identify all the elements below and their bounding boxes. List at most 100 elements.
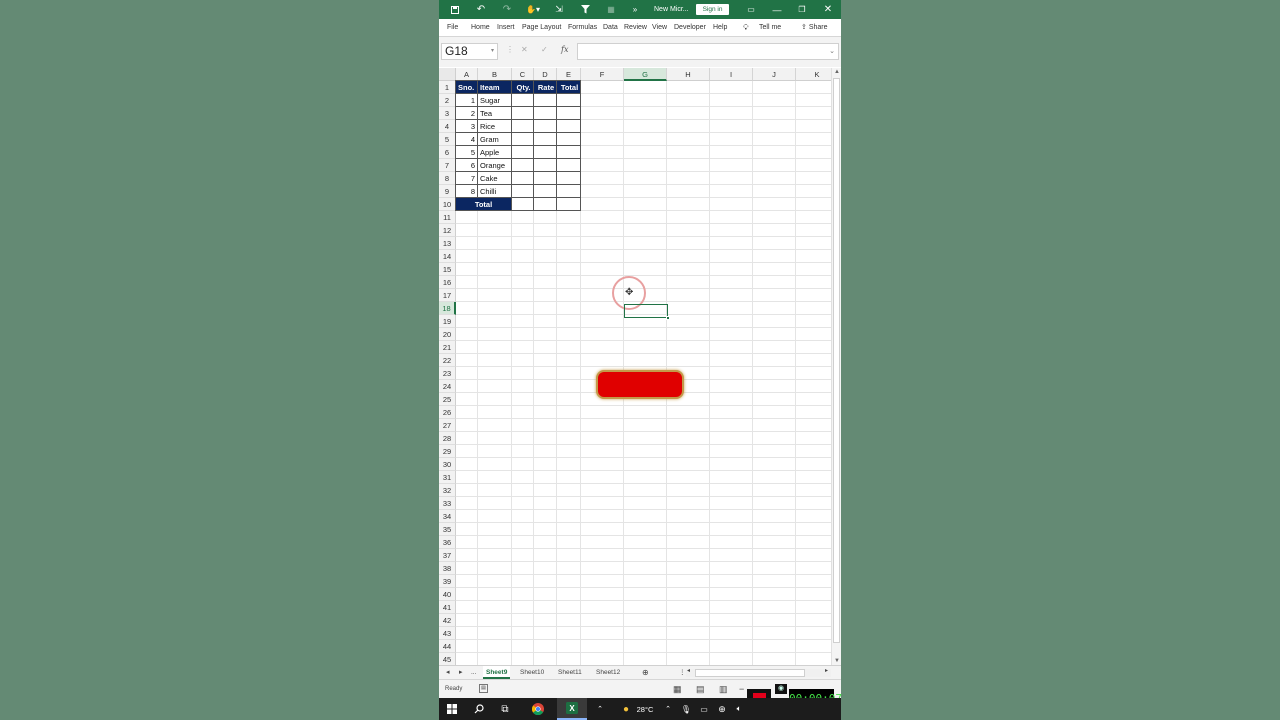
sort-icon[interactable]: ⇲	[553, 0, 565, 19]
row-header-44[interactable]: 44	[439, 640, 456, 653]
rate-total-cell[interactable]	[534, 198, 557, 211]
row-header-11[interactable]: 11	[439, 211, 456, 224]
qty-cell[interactable]	[512, 159, 534, 172]
page-layout-view-icon[interactable]: ▤	[696, 680, 705, 699]
row-header-12[interactable]: 12	[439, 224, 456, 237]
worksheet-grid[interactable]: ABCDEFGHIJK 1 2 3 4 5 6 7 8 9 10 11 12 13 14 15 16 17 18 1…	[439, 68, 839, 666]
tab-review[interactable]: Review	[624, 19, 647, 37]
sno-cell[interactable]: 3	[456, 120, 478, 133]
more-commands-icon[interactable]: »	[630, 0, 640, 19]
tab-file[interactable]: File	[447, 19, 458, 37]
qty-cell[interactable]	[512, 133, 534, 146]
row-header-43[interactable]: 43	[439, 627, 456, 640]
accessibility-icon[interactable]: ▤	[479, 684, 488, 693]
total-cell[interactable]	[557, 146, 581, 159]
row-header-28[interactable]: 28	[439, 432, 456, 445]
sheet-tab-sheet9[interactable]: Sheet9	[483, 666, 511, 679]
row-header-33[interactable]: 33	[439, 497, 456, 510]
column-header-h[interactable]: H	[667, 68, 710, 81]
horizontal-scrollbar[interactable]: ◂ ▸	[686, 667, 831, 677]
add-sheet-icon[interactable]: ⊕	[642, 666, 649, 679]
qty-cell[interactable]	[512, 185, 534, 198]
table-header-cell[interactable]: Qty.	[512, 81, 534, 94]
selected-cell[interactable]	[624, 304, 670, 320]
rate-cell[interactable]	[534, 159, 557, 172]
rate-cell[interactable]	[534, 172, 557, 185]
microphone-icon[interactable]: 🎙︎	[681, 698, 691, 720]
save-icon[interactable]	[449, 0, 461, 19]
sno-cell[interactable]: 2	[456, 107, 478, 120]
row-header-3[interactable]: 3	[439, 107, 456, 120]
tab-help[interactable]: Help	[713, 19, 727, 37]
scroll-down-icon[interactable]: ▼	[834, 658, 840, 664]
qty-total-cell[interactable]	[512, 198, 534, 211]
rate-cell[interactable]	[534, 185, 557, 198]
row-header-41[interactable]: 41	[439, 601, 456, 614]
tell-me-search[interactable]: Tell me	[759, 19, 781, 37]
sno-cell[interactable]: 6	[456, 159, 478, 172]
item-cell[interactable]: Gram	[478, 133, 512, 146]
row-header-36[interactable]: 36	[439, 536, 456, 549]
tab-home[interactable]: Home	[471, 19, 490, 37]
table-header-cell[interactable]: Sno.	[456, 81, 478, 94]
total-cell[interactable]	[557, 107, 581, 120]
chevron-down-icon[interactable]: ▾	[491, 44, 494, 59]
row-header-24[interactable]: 24	[439, 380, 456, 393]
item-cell[interactable]: Rice	[478, 120, 512, 133]
select-all-corner[interactable]	[439, 68, 456, 81]
volume-icon[interactable]: 🔈︎	[733, 698, 745, 720]
row-header-14[interactable]: 14	[439, 250, 456, 263]
item-cell[interactable]: Tea	[478, 107, 512, 120]
total-cell[interactable]	[557, 172, 581, 185]
network-globe-icon[interactable]: ⊕	[716, 698, 728, 720]
item-cell[interactable]: Apple	[478, 146, 512, 159]
rate-cell[interactable]	[534, 146, 557, 159]
total-cell[interactable]	[557, 159, 581, 172]
item-cell[interactable]: Sugar	[478, 94, 512, 107]
row-header-10[interactable]: 10	[439, 198, 456, 211]
minimize-icon[interactable]: —	[771, 0, 783, 19]
insert-function-icon[interactable]: fx	[561, 45, 568, 54]
close-icon[interactable]: ✕	[822, 0, 834, 19]
column-header-i[interactable]: I	[710, 68, 753, 81]
horizontal-scroll-thumb[interactable]	[695, 669, 805, 677]
row-header-4[interactable]: 4	[439, 120, 456, 133]
column-header-g[interactable]: G	[624, 68, 667, 81]
name-box[interactable]: G18 ▾	[441, 43, 498, 60]
column-header-a[interactable]: A	[456, 68, 478, 81]
tab-splitter-icon[interactable]: ⋮	[679, 666, 686, 679]
rate-cell[interactable]	[534, 107, 557, 120]
page-break-view-icon[interactable]: ▥	[719, 680, 728, 699]
column-header-c[interactable]: C	[512, 68, 534, 81]
row-header-21[interactable]: 21	[439, 341, 456, 354]
sign-in-button[interactable]: Sign in	[696, 4, 729, 15]
row-header-17[interactable]: 17	[439, 289, 456, 302]
row-header-7[interactable]: 7	[439, 159, 456, 172]
more-sheets-button[interactable]: ...	[471, 666, 476, 679]
row-header-30[interactable]: 30	[439, 458, 456, 471]
grand-total-cell[interactable]	[557, 198, 581, 211]
scroll-left-icon[interactable]: ◂	[687, 667, 690, 674]
tab-data[interactable]: Data	[603, 19, 618, 37]
row-header-27[interactable]: 27	[439, 419, 456, 432]
row-header-5[interactable]: 5	[439, 133, 456, 146]
tab-insert[interactable]: Insert	[497, 19, 515, 37]
touch-mode-icon[interactable]: ✋▾	[525, 0, 541, 19]
chrome-icon[interactable]	[531, 698, 545, 720]
sno-cell[interactable]: 7	[456, 172, 478, 185]
row-header-35[interactable]: 35	[439, 523, 456, 536]
total-label-cell[interactable]: Total	[456, 198, 512, 211]
sno-cell[interactable]: 4	[456, 133, 478, 146]
search-icon[interactable]	[472, 698, 486, 720]
fill-handle[interactable]	[666, 316, 670, 320]
table-header-cell[interactable]: Total	[557, 81, 581, 94]
rate-cell[interactable]	[534, 120, 557, 133]
share-button[interactable]: ⇪ Share	[801, 19, 828, 37]
column-header-d[interactable]: D	[534, 68, 557, 81]
total-cell[interactable]	[557, 185, 581, 198]
scroll-right-icon[interactable]: ▸	[825, 667, 828, 674]
sheet-tab-sheet12[interactable]: Sheet12	[596, 666, 620, 679]
column-header-e[interactable]: E	[557, 68, 581, 81]
row-header-8[interactable]: 8	[439, 172, 456, 185]
row-header-40[interactable]: 40	[439, 588, 456, 601]
